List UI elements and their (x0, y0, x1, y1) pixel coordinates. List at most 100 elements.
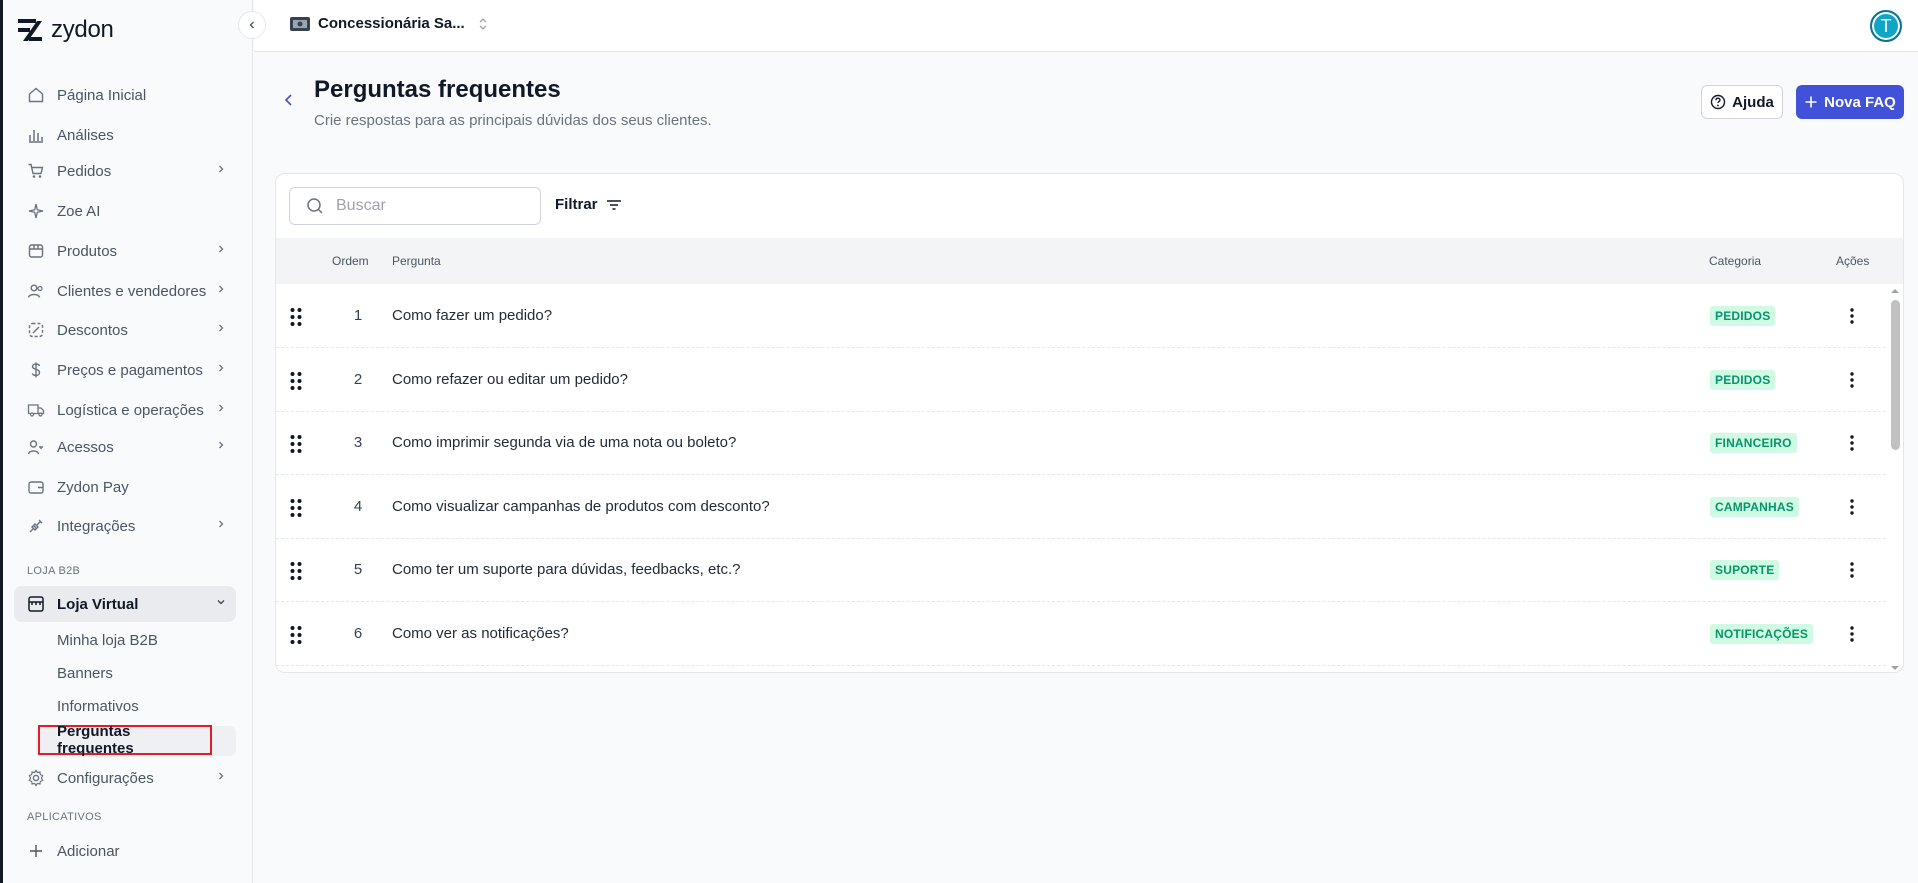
more-actions-icon[interactable] (1849, 561, 1855, 579)
storefront-icon (25, 593, 47, 615)
chevron-right-icon (219, 772, 224, 780)
user-avatar[interactable]: T (1870, 10, 1902, 42)
new-faq-label: Nova FAQ (1824, 93, 1896, 111)
table-row[interactable]: 3 Como imprimir segunda via de uma nota o… (276, 412, 1886, 475)
sidebar-item-pagina-inicial[interactable]: Página Inicial (14, 77, 236, 113)
drag-handle-icon[interactable] (289, 307, 303, 327)
table-row[interactable]: 5 Como ter um suporte para dúvidas, feedb… (276, 539, 1886, 602)
sidebar-item-logistica-e-operacoes[interactable]: Logística e operações (14, 392, 236, 428)
table-row[interactable]: 1 Como fazer um pedido? PEDIDOS (276, 285, 1886, 348)
sidebar-item-acessos[interactable]: Acessos (14, 429, 236, 465)
scroll-up-arrow-icon[interactable] (1888, 286, 1902, 296)
sidebar-item-label: Zoe AI (57, 202, 101, 220)
sidebar-item-zoe-ai[interactable]: Zoe AI (14, 193, 236, 229)
drag-handle-icon[interactable] (289, 371, 303, 391)
col-header-category[interactable]: Categoria (1709, 254, 1761, 268)
row-question: Como fazer um pedido? (392, 307, 553, 324)
search-box[interactable] (289, 187, 541, 225)
box-icon (25, 240, 47, 262)
search-icon (307, 198, 323, 214)
gear-icon (25, 767, 47, 789)
sparkle-icon (25, 200, 47, 222)
store-selector[interactable]: Concessionária Sa... (290, 15, 489, 32)
sidebar-item-label: Descontos (57, 321, 128, 339)
chevron-right-icon (219, 520, 224, 528)
more-actions-icon[interactable] (1849, 307, 1855, 325)
sidebar-item-adicionar[interactable]: Adicionar (14, 833, 236, 869)
chevron-right-icon (219, 324, 224, 332)
plus-icon (25, 840, 47, 862)
chevron-right-icon (219, 285, 224, 293)
chart-icon (25, 124, 47, 146)
subitem-label: Perguntas frequentes (57, 723, 134, 757)
category-badge: NOTIFICAÇÕES (1710, 623, 1814, 644)
col-header-order[interactable]: Ordem (332, 254, 369, 268)
drag-handle-icon[interactable] (289, 561, 303, 581)
sidebar-item-label: Logística e operações (57, 401, 204, 419)
sidebar-item-pedidos[interactable]: Pedidos (14, 153, 236, 189)
table-scrollbar[interactable] (1888, 286, 1902, 673)
updown-chevron-icon (479, 17, 487, 30)
sidebar-item-configuracoes[interactable]: Configurações (14, 760, 236, 796)
category-badge: PEDIDOS (1710, 306, 1776, 326)
chevron-right-icon (219, 364, 224, 372)
row-order: 5 (353, 561, 363, 578)
sidebar-item-zydon-pay[interactable]: Zydon Pay (14, 469, 236, 505)
new-faq-button[interactable]: Nova FAQ (1796, 85, 1904, 119)
filter-label: Filtrar (555, 196, 598, 213)
section-label-b2b: LOJA B2B (27, 565, 81, 577)
more-actions-icon[interactable] (1849, 498, 1855, 516)
search-input[interactable] (336, 197, 526, 215)
row-question: Como imprimir segunda via de uma nota ou… (392, 434, 737, 451)
sidebar-item-label: Configurações (57, 769, 154, 787)
discount-icon (25, 319, 47, 341)
drag-handle-icon[interactable] (289, 434, 303, 454)
logo[interactable]: zydon (17, 16, 114, 44)
more-actions-icon[interactable] (1849, 371, 1855, 389)
category-badge: CAMPANHAS (1710, 496, 1799, 517)
subitem-informativos[interactable]: Informativos (57, 698, 139, 715)
sidebar-item-label: Análises (57, 126, 114, 144)
logo-text: zydon (51, 16, 114, 43)
drag-handle-icon[interactable] (289, 625, 303, 645)
drag-handle-icon[interactable] (289, 498, 303, 518)
sidebar-item-produtos[interactable]: Produtos (14, 233, 236, 269)
more-actions-icon[interactable] (1849, 625, 1855, 643)
table-row[interactable]: 6 Como ver as notificações? NOTIFICAÇÕES (276, 603, 1886, 666)
page-title: Perguntas frequentes (314, 76, 561, 103)
table-row[interactable]: 4 Como visualizar campanhas de produtos c… (276, 476, 1886, 539)
scroll-down-arrow-icon[interactable] (1888, 663, 1902, 673)
chevron-right-icon (219, 245, 224, 253)
collapse-sidebar-button[interactable] (238, 11, 266, 39)
filter-button[interactable]: Filtrar (555, 196, 622, 213)
sidebar-item-precos-e-pagamentos[interactable]: Preços e pagamentos (14, 352, 236, 388)
sidebar-item-label: Loja Virtual (57, 595, 139, 613)
sidebar-item-label: Integrações (57, 517, 136, 535)
row-question: Como visualizar campanhas de produtos co… (392, 497, 770, 515)
faq-table-card: Filtrar Ordem Pergunta Categoria Ações 1… (275, 173, 1904, 673)
help-circle-icon (1710, 94, 1726, 110)
scrollbar-thumb[interactable] (1891, 300, 1900, 450)
table-row[interactable]: 2 Como refazer ou editar um pedido? PEDIDO… (276, 349, 1886, 412)
help-button[interactable]: Ajuda (1701, 85, 1783, 119)
sidebar-item-label: Zydon Pay (57, 478, 129, 496)
back-button[interactable] (283, 93, 295, 112)
subitem-perguntas-frequentes[interactable]: Perguntas frequentes (38, 723, 212, 757)
topbar: Concessionária Sa... T (254, 0, 1918, 52)
row-question: Como ver as notificações? (392, 624, 569, 642)
sidebar-item-loja-virtual[interactable]: Loja Virtual (14, 586, 236, 622)
sidebar-item-label: Pedidos (57, 162, 112, 180)
more-actions-icon[interactable] (1849, 434, 1855, 452)
category-badge: PEDIDOS (1710, 369, 1776, 390)
sidebar-item-integracoes[interactable]: Integrações (14, 508, 236, 544)
zydon-logo-icon (18, 19, 42, 41)
sidebar-item-descontos[interactable]: Descontos (14, 312, 236, 348)
wallet-icon (25, 476, 47, 498)
col-header-actions: Ações (1836, 254, 1870, 268)
sidebar-item-analises[interactable]: Análises (14, 117, 236, 153)
subitem-banners[interactable]: Banners (57, 665, 113, 682)
sidebar-item-clientes-e-vendedores[interactable]: Clientes e vendedores (14, 273, 236, 309)
col-header-question[interactable]: Pergunta (392, 254, 441, 268)
subitem-minha-loja[interactable]: Minha loja B2B (57, 632, 158, 649)
sidebar-item-label: Produtos (57, 242, 118, 260)
